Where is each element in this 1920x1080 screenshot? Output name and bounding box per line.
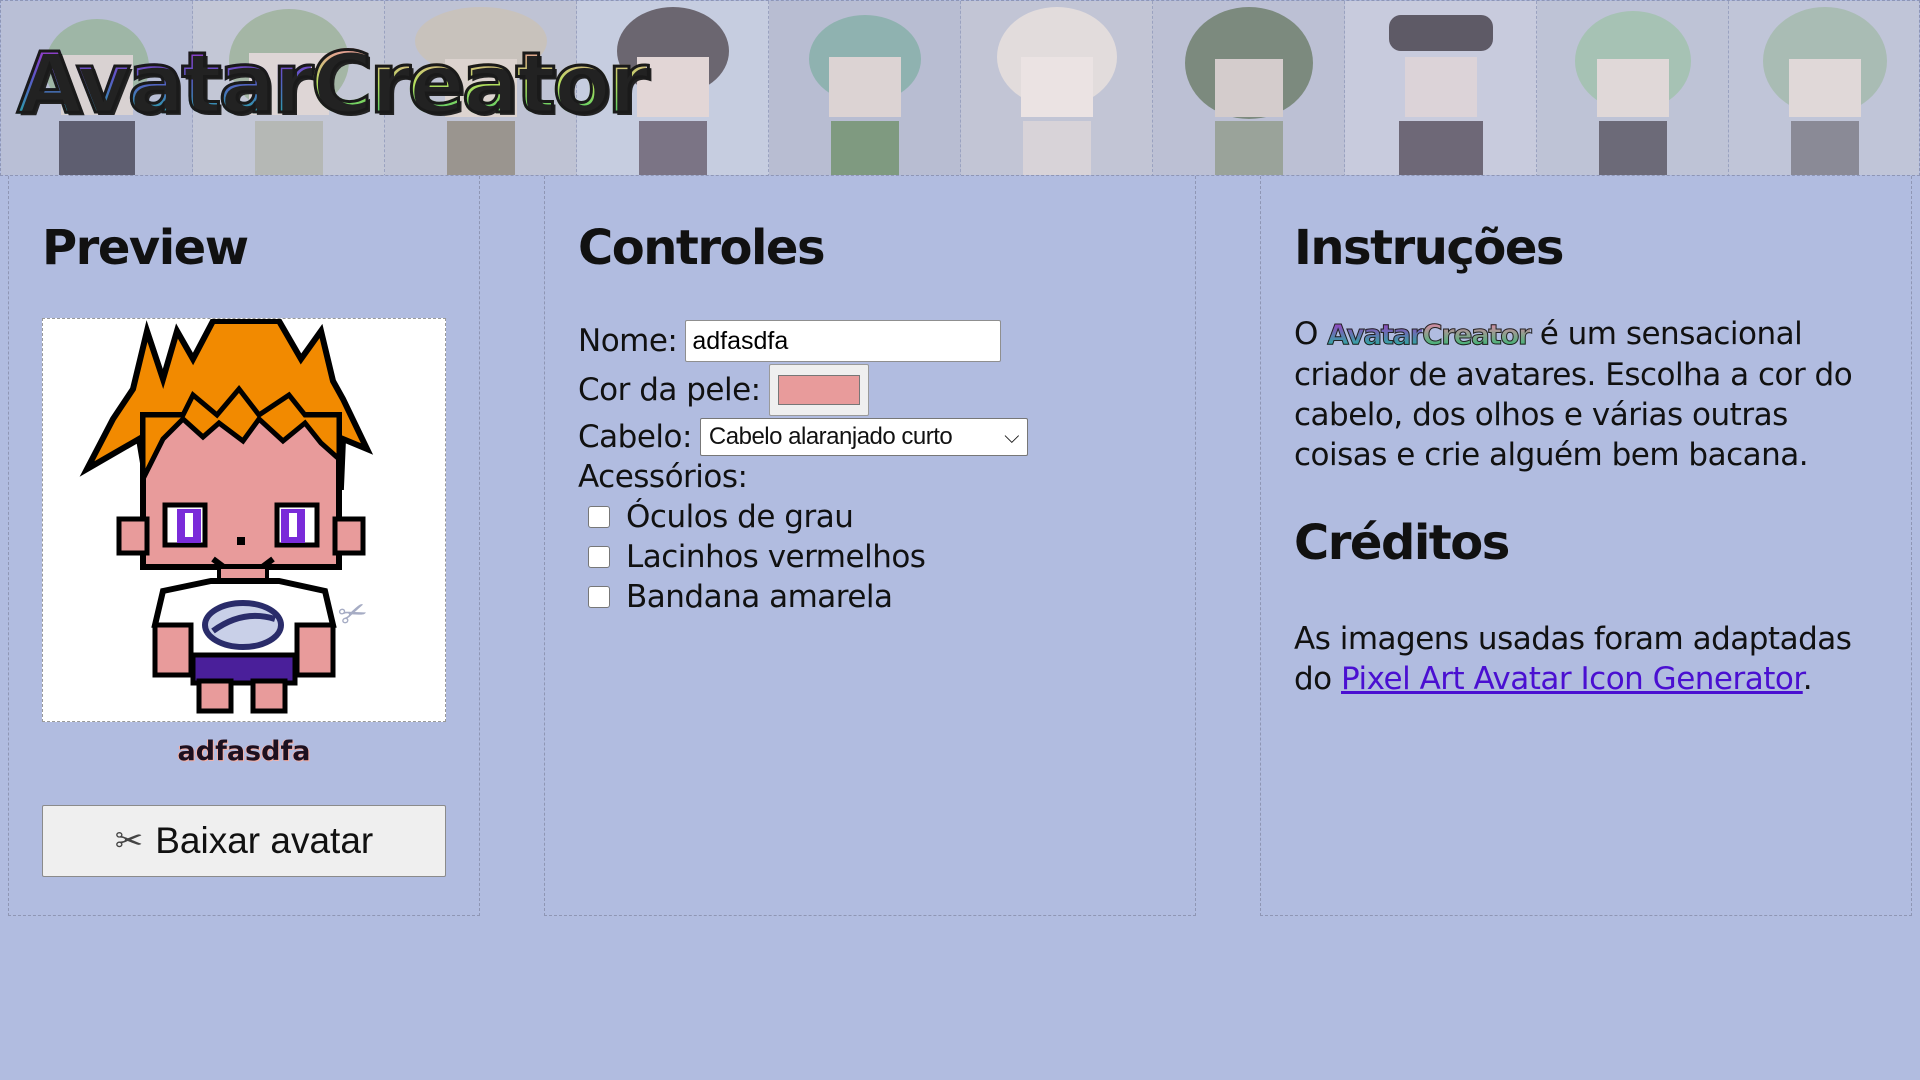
inline-logo: AvatarCreator: [1327, 318, 1533, 352]
banner-avatar-tile: [769, 1, 961, 175]
banner-avatar-illustration: [1389, 15, 1493, 175]
banner-avatar-illustration: [1763, 7, 1887, 175]
accessory-checkbox-bandana[interactable]: Bandana amarela: [588, 577, 1162, 617]
credits-text: As imagens usadas foram adaptadas do Pix…: [1294, 619, 1878, 699]
skin-color-swatch: [777, 375, 860, 405]
accessory-checkbox-ribbons[interactable]: Lacinhos vermelhos: [588, 537, 1162, 577]
skin-color-row: Cor da pele:: [578, 364, 1162, 416]
skin-color-label: Cor da pele:: [578, 372, 761, 408]
scissors-icon: ✂: [114, 822, 144, 860]
checkbox[interactable]: [588, 586, 610, 608]
hair-select-value: Cabelo alaranjado curto: [708, 423, 953, 450]
app-logo[interactable]: AvatarCreator: [16, 40, 651, 127]
preview-title: Preview: [42, 220, 249, 276]
accessory-label: Bandana amarela: [626, 579, 893, 615]
instructions-text: O AvatarCreator é um sensacional criador…: [1294, 314, 1878, 475]
banner-avatar-illustration: [809, 15, 921, 175]
controls-title: Controles: [578, 220, 826, 276]
instructions-prefix: O: [1294, 316, 1318, 352]
inline-logo-creator: Creator: [1422, 318, 1533, 352]
banner-avatar-illustration: [1185, 7, 1313, 175]
banner-avatar-illustration: [997, 7, 1117, 175]
hair-select[interactable]: Cabelo alaranjado curto ⌵: [699, 418, 1028, 456]
accessories-label: Acessórios:: [578, 459, 748, 495]
banner-avatar-tile: [1153, 1, 1345, 175]
download-avatar-button[interactable]: ✂ Baixar avatar: [42, 805, 446, 877]
inline-logo-avatar: Avatar: [1327, 318, 1424, 352]
hair-label: Cabelo:: [578, 419, 692, 455]
accessory-checkbox-glasses[interactable]: Óculos de grau: [588, 497, 1162, 537]
accessories-row: Acessórios:: [578, 457, 1162, 497]
accessory-label: Óculos de grau: [626, 499, 854, 535]
banner-avatar-illustration: [1575, 11, 1691, 175]
checkbox[interactable]: [588, 546, 610, 568]
hair-row: Cabelo: Cabelo alaranjado curto ⌵: [578, 417, 1162, 457]
logo-text-avatar: Avatar: [16, 34, 316, 132]
skin-color-picker[interactable]: [768, 364, 869, 416]
download-button-label: Baixar avatar: [155, 820, 374, 861]
credits-title: Créditos: [1294, 515, 1510, 571]
banner-avatar-tile: [1729, 1, 1919, 175]
name-input[interactable]: [685, 320, 1002, 362]
avatar-preview: [42, 318, 446, 722]
banner-avatar-tile: [1537, 1, 1729, 175]
name-row: Nome:: [578, 320, 1162, 362]
chevron-down-icon: ⌵: [1004, 425, 1019, 448]
avatar-name-label: adfasdfa: [177, 736, 311, 767]
header-banner: AvatarCreator: [0, 0, 1920, 176]
banner-avatar-tile: [1345, 1, 1537, 175]
instructions-title: Instruções: [1294, 220, 1564, 276]
credits-suffix: .: [1802, 661, 1813, 697]
accessory-label: Lacinhos vermelhos: [626, 539, 926, 575]
instructions-panel: Instruções O AvatarCreator é um sensacio…: [1260, 176, 1912, 916]
controls-panel: Controles Nome: Cor da pele: Cabelo: Cab…: [544, 176, 1196, 916]
banner-avatar-tile: [961, 1, 1153, 175]
name-label: Nome:: [578, 323, 678, 359]
preview-panel: Preview ✂ adfasdfa ✂ Baixar avatar: [8, 176, 480, 916]
logo-text-creator: Creator: [309, 34, 650, 132]
avatar-illustration: [79, 319, 374, 714]
checkbox[interactable]: [588, 506, 610, 528]
credits-link[interactable]: Pixel Art Avatar Icon Generator: [1341, 661, 1803, 697]
